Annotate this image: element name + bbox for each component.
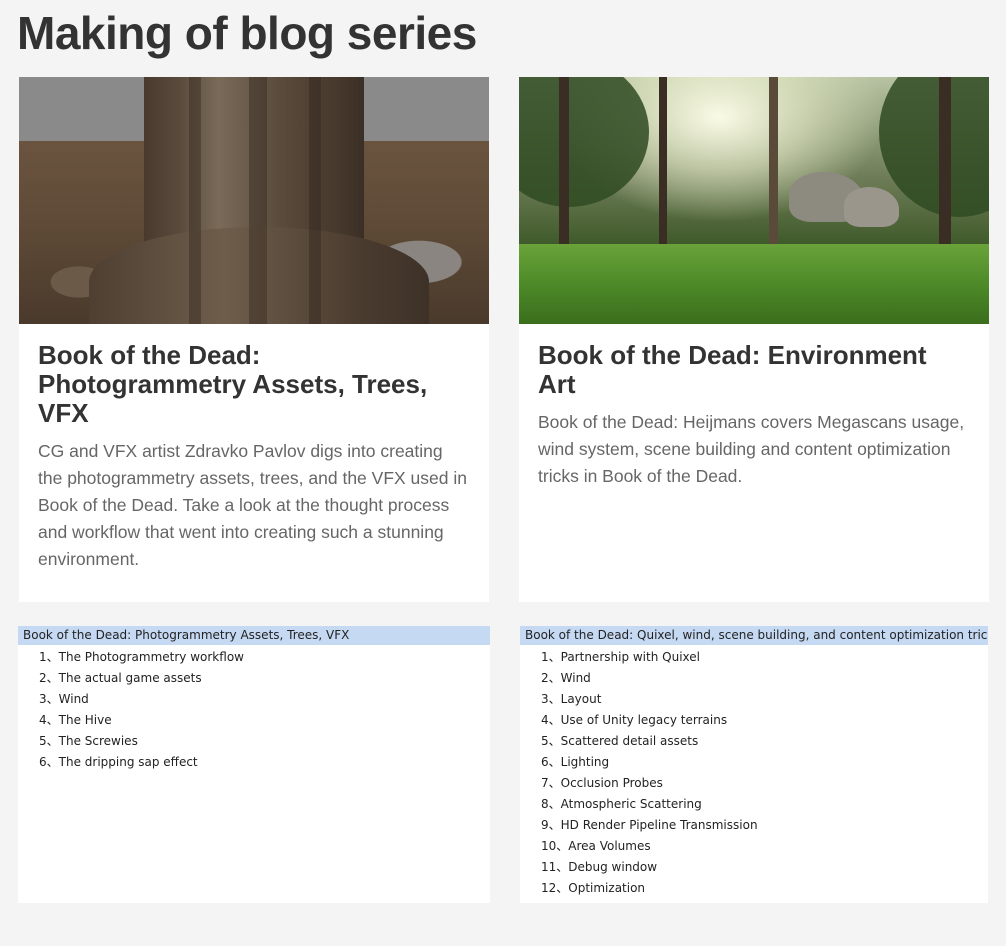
toc-item[interactable]: 5、The Screwies [39, 731, 490, 752]
grass-shape [519, 244, 989, 324]
toc-item[interactable]: 6、The dripping sap effect [39, 752, 490, 773]
toc-item[interactable]: 1、The Photogrammetry workflow [39, 647, 490, 668]
page-title: Making of blog series [17, 7, 477, 59]
toc-item[interactable]: 5、Scattered detail assets [541, 731, 988, 752]
bark-stripe [309, 77, 321, 324]
card-title[interactable]: Book of the Dead: Photogrammetry Assets,… [38, 341, 470, 428]
toc-item[interactable]: 3、Wind [39, 689, 490, 710]
tree-trunk-image[interactable] [19, 77, 489, 324]
card-body: Book of the Dead: Photogrammetry Assets,… [19, 324, 489, 573]
card-body: Book of the Dead: Environment Art Book o… [519, 324, 989, 490]
toc-item[interactable]: 4、Use of Unity legacy terrains [541, 710, 988, 731]
toc-list: 1、Partnership with Quixel 2、Wind 3、Layou… [520, 645, 988, 899]
toc-item[interactable]: 7、Occlusion Probes [541, 773, 988, 794]
toc-item[interactable]: 12、Optimization [541, 878, 988, 899]
canopy-shape [879, 77, 989, 217]
bark-stripe [189, 77, 201, 324]
blog-card-photogrammetry[interactable]: Book of the Dead: Photogrammetry Assets,… [19, 77, 489, 602]
toc-item[interactable]: 9、HD Render Pipeline Transmission [541, 815, 988, 836]
toc-panel-environment-art: Book of the Dead: Quixel, wind, scene bu… [520, 626, 988, 903]
toc-item[interactable]: 6、Lighting [541, 752, 988, 773]
toc-header[interactable]: Book of the Dead: Quixel, wind, scene bu… [520, 626, 988, 645]
toc-item[interactable]: 11、Debug window [541, 857, 988, 878]
toc-item[interactable]: 8、Atmospheric Scattering [541, 794, 988, 815]
rock-shape [844, 187, 899, 227]
blog-card-environment-art[interactable]: Book of the Dead: Environment Art Book o… [519, 77, 989, 602]
card-title[interactable]: Book of the Dead: Environment Art [538, 341, 970, 399]
forest-scene-image[interactable] [519, 77, 989, 324]
toc-item[interactable]: 1、Partnership with Quixel [541, 647, 988, 668]
toc-item[interactable]: 10、Area Volumes [541, 836, 988, 857]
toc-list: 1、The Photogrammetry workflow 2、The actu… [18, 645, 490, 773]
toc-panel-photogrammetry: Book of the Dead: Photogrammetry Assets,… [18, 626, 490, 903]
toc-item[interactable]: 3、Layout [541, 689, 988, 710]
card-description: CG and VFX artist Zdravko Pavlov digs in… [38, 441, 467, 569]
canopy-shape [519, 77, 649, 207]
toc-item[interactable]: 4、The Hive [39, 710, 490, 731]
bark-stripe [249, 77, 267, 324]
toc-item[interactable]: 2、The actual game assets [39, 668, 490, 689]
toc-header[interactable]: Book of the Dead: Photogrammetry Assets,… [18, 626, 490, 645]
toc-item[interactable]: 2、Wind [541, 668, 988, 689]
card-description: Book of the Dead: Heijmans covers Megasc… [538, 412, 965, 486]
